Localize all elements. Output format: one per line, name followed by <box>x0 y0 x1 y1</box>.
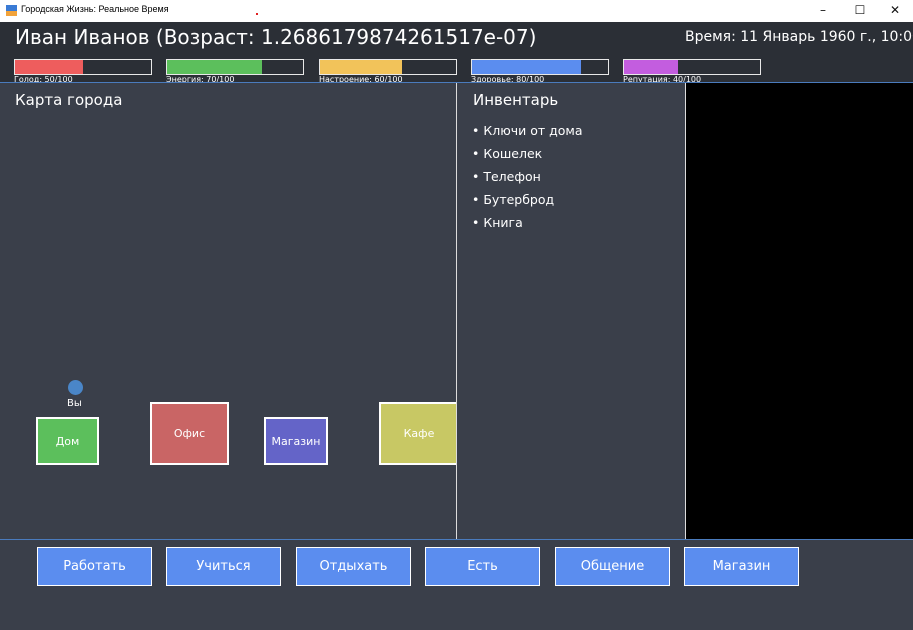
stat-fill-energy <box>167 60 263 74</box>
eat-button[interactable]: Есть <box>425 547 540 586</box>
player-title: Иван Иванов (Возраст: 1.2686179874261517… <box>15 25 537 49</box>
minimize-button[interactable]: – <box>805 0 841 22</box>
stat-bar-energy <box>166 59 304 75</box>
location-cafe-label: Кафе <box>403 427 435 440</box>
location-office[interactable]: Офис <box>150 402 229 465</box>
stat-bar-health <box>471 59 609 75</box>
inventory-title: Инвентарь <box>473 91 559 109</box>
action-bar: Работать Учиться Отдыхать Есть Общение М… <box>0 540 913 630</box>
app-window: Городская Жизнь: Реальное Время – ☐ ✕ Ив… <box>0 0 913 630</box>
location-shop[interactable]: Магазин <box>264 417 328 465</box>
location-home-label: Дом <box>55 434 80 448</box>
shop-button[interactable]: Магазин <box>684 547 799 586</box>
stat-bar-mood <box>319 59 457 75</box>
location-home[interactable]: Дом <box>36 417 99 465</box>
maximize-button[interactable]: ☐ <box>842 0 878 22</box>
close-button[interactable]: ✕ <box>877 0 913 22</box>
inventory-panel: Инвентарь • Ключи от дома • Кошелек • Те… <box>457 83 685 539</box>
stat-fill-mood <box>320 60 402 74</box>
social-button[interactable]: Общение <box>555 547 670 586</box>
inventory-item: • Ключи от дома <box>472 123 583 138</box>
location-office-label: Офис <box>173 427 206 440</box>
game-time: Время: 11 Январь 1960 г., 10:00 <box>685 29 913 45</box>
title-bar: Городская Жизнь: Реальное Время – ☐ ✕ <box>0 0 913 22</box>
map-title: Карта города <box>15 91 123 109</box>
stat-fill-hunger <box>15 60 83 74</box>
stat-bar-hunger <box>14 59 152 75</box>
location-shop-label: Магазин <box>271 434 321 448</box>
window-title: Городская Жизнь: Реальное Время <box>21 4 169 14</box>
player-marker-label: Вы <box>67 398 82 409</box>
inventory-list: • Ключи от дома • Кошелек • Телефон • Бу… <box>472 123 583 238</box>
stat-bar-reputation <box>623 59 761 75</box>
work-button[interactable]: Работать <box>37 547 152 586</box>
stat-fill-reputation <box>624 60 679 74</box>
display-panel <box>686 83 913 539</box>
header: Иван Иванов (Возраст: 1.2686179874261517… <box>0 22 913 82</box>
decorative-dot <box>256 13 258 15</box>
inventory-item: • Бутерброд <box>472 192 555 207</box>
inventory-item: • Кошелек <box>472 146 543 161</box>
location-cafe[interactable]: Кафе <box>379 402 456 465</box>
app-icon <box>6 5 17 16</box>
inventory-item: • Книга <box>472 215 523 230</box>
study-button[interactable]: Учиться <box>166 547 281 586</box>
player-marker <box>68 380 83 395</box>
rest-button[interactable]: Отдыхать <box>296 547 411 586</box>
inventory-item: • Телефон <box>472 169 541 184</box>
city-map-panel: Карта города Вы Дом Офис Магазин Кафе <box>0 83 456 539</box>
stat-fill-health <box>472 60 581 74</box>
